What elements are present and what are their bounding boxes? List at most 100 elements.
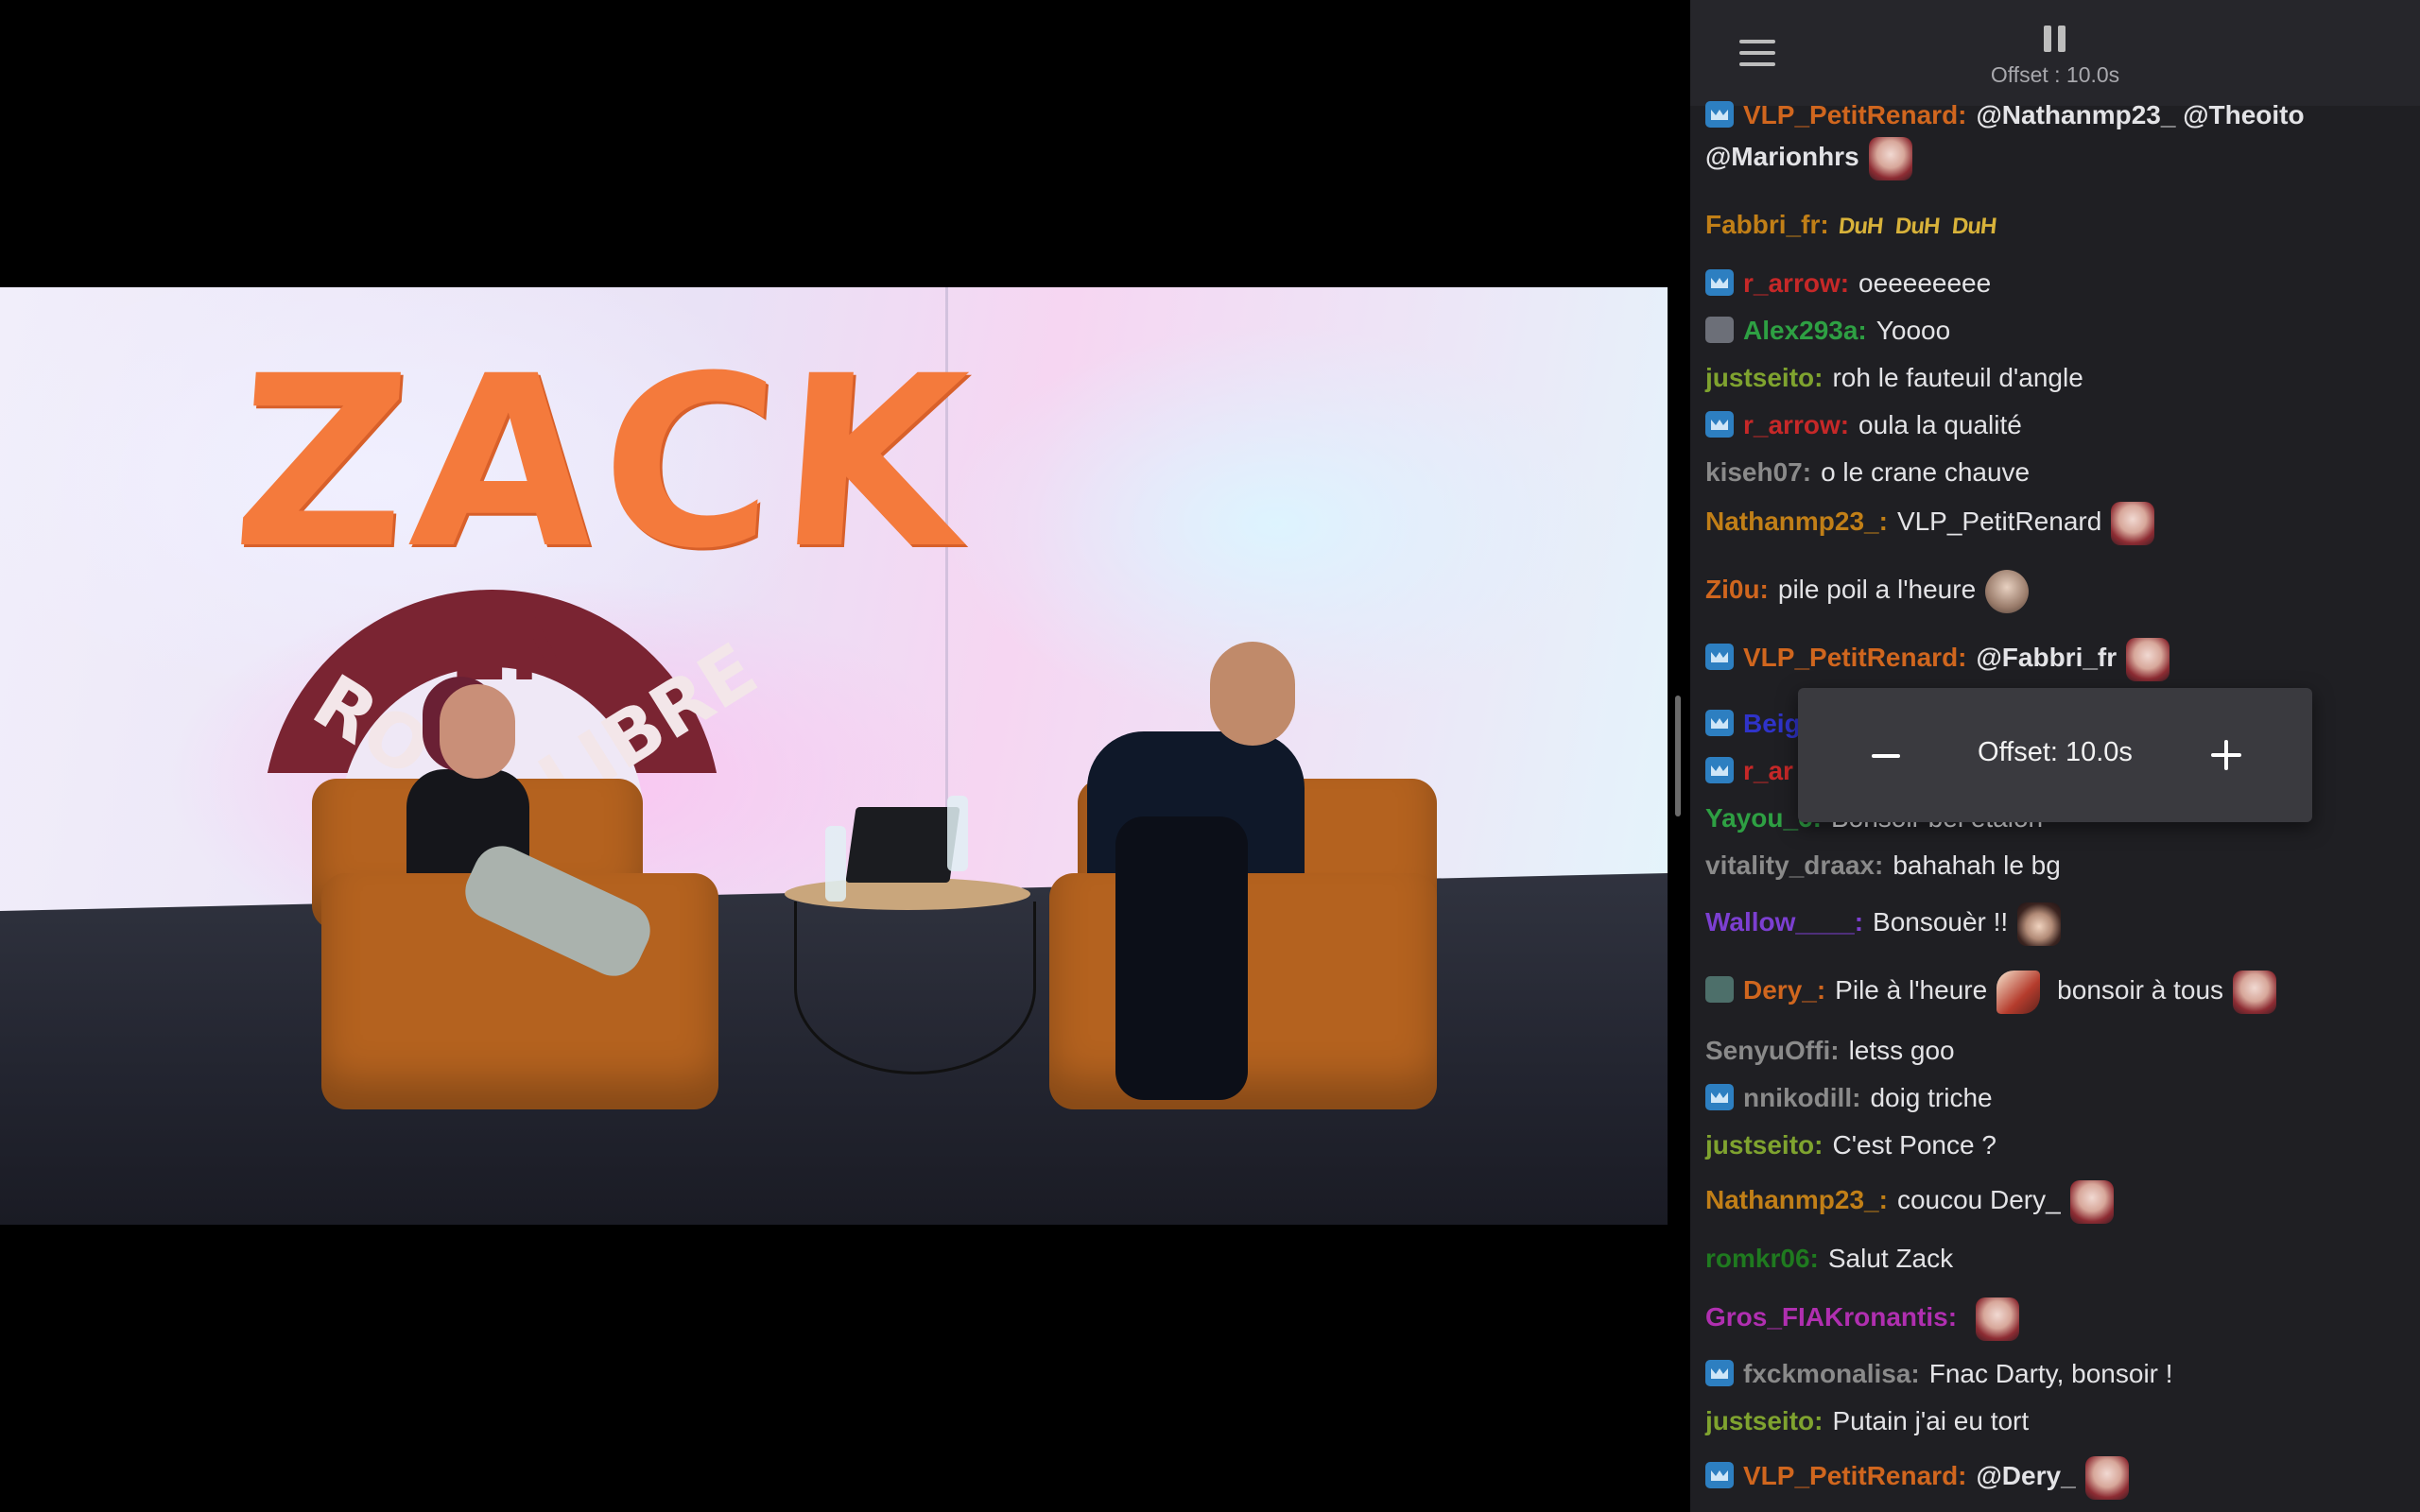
guest-head <box>440 684 515 779</box>
offset-popup: Offset: 10.0s <box>1798 688 2312 822</box>
duh-emote: DuH <box>1950 214 1998 239</box>
chat-text: coucou Dery_ <box>1896 1185 2061 1214</box>
chat-message: nnikodill: doig triche <box>1705 1077 2405 1119</box>
chat-username[interactable]: r_arrow: <box>1743 410 1849 439</box>
emote-icon <box>2233 970 2277 1014</box>
chat-message: r_arrow: oula la qualité <box>1705 404 2405 446</box>
emote-icon <box>1868 136 1912 180</box>
chat-username[interactable]: SenyuOffi: <box>1705 1036 1840 1065</box>
side-table <box>785 878 1030 910</box>
chat-message: justseito: C'est Ponce ? <box>1705 1125 2405 1166</box>
emote-icon <box>1976 1297 2020 1341</box>
duh-emote: DuH <box>1893 214 1941 239</box>
chat-message: SenyuOffi: letss goo <box>1705 1030 2405 1072</box>
crown-badge-icon <box>1705 411 1734 438</box>
chat-message: Wallow____: Bonsouèr !! <box>1705 902 2405 946</box>
chat-username[interactable]: nnikodill: <box>1743 1083 1860 1112</box>
chat-username[interactable]: r_arrow: <box>1743 268 1849 298</box>
emote-icon <box>2069 1179 2114 1224</box>
chat-text: roh le fauteuil d'angle <box>1832 363 2083 392</box>
crown-badge-icon <box>1705 1360 1734 1386</box>
chat-message: VLP_PetitRenard: @Dery_ <box>1705 1455 2405 1500</box>
crown-badge-icon <box>1705 710 1734 736</box>
resize-handle[interactable] <box>1675 696 1681 816</box>
crown-badge-icon <box>1705 269 1734 296</box>
emote-icon <box>2084 1455 2129 1500</box>
chat-message: r_arrow: oeeeeeeee <box>1705 263 2405 304</box>
chat-username[interactable]: justseito: <box>1705 1130 1823 1160</box>
chat-username[interactable]: VLP_PetitRenard: <box>1743 643 1967 672</box>
chat-text: doig triche <box>1870 1083 1993 1112</box>
game-badge-icon <box>1705 317 1734 343</box>
plus-icon[interactable] <box>2211 740 2241 770</box>
crown-badge-icon <box>1705 1462 1734 1488</box>
chat-username[interactable]: Zi0u: <box>1705 575 1769 604</box>
chat-text: Fnac Darty, bonsoir ! <box>1928 1359 2173 1388</box>
chat-message: Nathanmp23_: coucou Dery_ <box>1705 1179 2405 1224</box>
chat-text: letss goo <box>1848 1036 1955 1065</box>
pause-icon[interactable] <box>2044 26 2068 52</box>
chat-message: justseito: roh le fauteuil d'angle <box>1705 357 2405 399</box>
chat-username[interactable]: fxckmonalisa: <box>1743 1359 1920 1388</box>
video-player[interactable]: ZACK EN RO LIBRE <box>0 0 1690 1512</box>
chat-message: vitality_draax: bahahah le bg <box>1705 845 2405 886</box>
chat-username[interactable]: kiseh07: <box>1705 457 1811 487</box>
water-bottle <box>825 826 846 902</box>
chat-text: @Marionhrs <box>1705 142 1859 171</box>
laptop <box>845 807 960 883</box>
emote-icon <box>2126 637 2170 681</box>
chat-message: kiseh07: o le crane chauve <box>1705 452 2405 493</box>
chat-username[interactable]: Nathanmp23_: <box>1705 1185 1888 1214</box>
chat-message: Dery_: Pile à l'heure bonsoir à tous <box>1705 970 2405 1014</box>
chat-text: Putain j'ai eu tort <box>1832 1406 2030 1435</box>
chat-username[interactable]: Nathanmp23_: <box>1705 507 1888 536</box>
chat-username[interactable]: Fabbri_fr: <box>1705 210 1829 239</box>
water-bottle <box>947 796 968 871</box>
chat-username[interactable]: romkr06: <box>1705 1244 1819 1273</box>
chat-text: Bonsouèr !! <box>1873 907 2009 936</box>
chat-message: VLP_PetitRenard: @Fabbri_fr <box>1705 637 2405 681</box>
chat-username[interactable]: Gros_FIAKronantis: <box>1705 1302 1957 1332</box>
crown-badge-icon <box>1705 644 1734 670</box>
chat-message: VLP_PetitRenard: @Nathanmp23_ @Theoito @Ma… <box>1705 94 2405 180</box>
host-head <box>1210 642 1295 746</box>
side-table-legs <box>794 902 1036 1074</box>
chat-message: romkr06: Salut Zack <box>1705 1238 2405 1280</box>
chat-message: fxckmonalisa: Fnac Darty, bonsoir ! <box>1705 1353 2405 1395</box>
app-root: ZACK EN RO LIBRE Offset: 10.0s VLP_Peti… <box>0 0 2420 1512</box>
crown-badge-icon <box>1705 101 1734 128</box>
chat-text: Salut Zack <box>1827 1244 1954 1273</box>
chat-text: bonsoir à tous <box>2057 975 2224 1005</box>
emote-icon <box>1985 569 2030 613</box>
chat-text: VLP_PetitRenard <box>1896 507 2102 536</box>
chat-message: Fabbri_fr: DuH DuH DuH <box>1705 204 2405 248</box>
chat-username[interactable]: r_ar <box>1743 756 1793 785</box>
chat-text: @Fabbri_fr <box>1976 643 2118 672</box>
chat-username[interactable]: vitality_draax: <box>1705 850 1883 880</box>
chat-text: o le crane chauve <box>1821 457 2031 487</box>
chat-username[interactable]: VLP_PetitRenard: <box>1743 100 1967 129</box>
chat-text: @Dery_ <box>1976 1461 2076 1490</box>
chat-text: pile poil a l'heure <box>1777 575 1977 604</box>
chat-header: Offset : 10.0s <box>1690 0 2420 106</box>
chat-text: Pile à l'heure <box>1835 975 1988 1005</box>
crown-badge-icon <box>1705 757 1734 783</box>
offset-label: Offset : 10.0s <box>1990 62 2120 87</box>
chat-text: oula la qualité <box>1858 410 2022 439</box>
chat-message: justseito: Putain j'ai eu tort <box>1705 1400 2405 1442</box>
chat-username[interactable]: Wallow____: <box>1705 907 1863 936</box>
game-badge-icon <box>1705 976 1734 1003</box>
chat-username[interactable]: VLP_PetitRenard: <box>1743 1461 1967 1490</box>
chat-message: Alex293a: Yoooo <box>1705 310 2405 352</box>
chat-message: Nathanmp23_: VLP_PetitRenard <box>1705 501 2405 545</box>
video-frame[interactable]: ZACK EN RO LIBRE <box>0 287 1668 1225</box>
chat-username[interactable]: justseito: <box>1705 1406 1823 1435</box>
chat-username[interactable]: justseito: <box>1705 363 1823 392</box>
chat-username[interactable]: Beig <box>1743 709 1801 738</box>
chat-text: oeeeeeeee <box>1858 268 1992 298</box>
chat-username[interactable]: Dery_: <box>1743 975 1825 1005</box>
chat-text: C'est Ponce ? <box>1832 1130 1996 1160</box>
chat-text: @Nathanmp23_ @Theoito <box>1976 100 2305 129</box>
emote-icon <box>1996 970 2041 1014</box>
chat-username[interactable]: Alex293a: <box>1743 316 1867 345</box>
